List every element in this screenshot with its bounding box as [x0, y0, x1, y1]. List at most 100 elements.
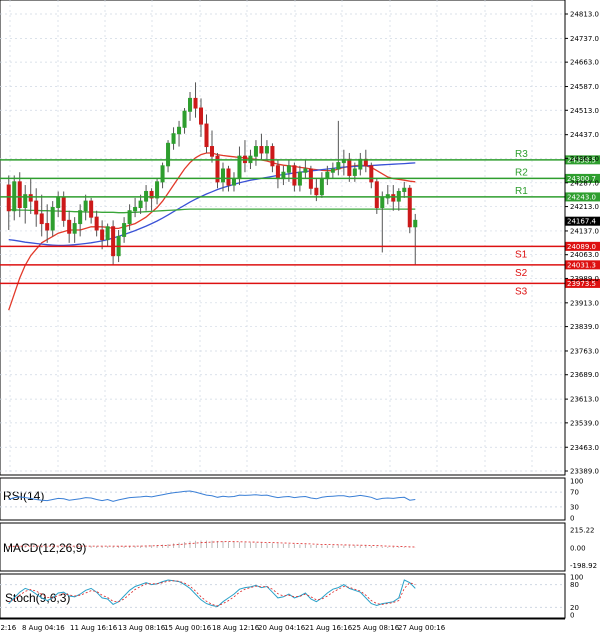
candle-down — [391, 194, 396, 202]
macd-axis: 215.22 0.00 -198.92 — [570, 527, 597, 571]
level-price-label: 24031.3 — [567, 261, 596, 269]
candle-down — [61, 197, 66, 221]
candle-up — [155, 181, 160, 199]
candle-down — [275, 165, 280, 180]
rsi-title: RSI(14) — [3, 489, 44, 503]
time-tick-label: 25 Aug 08:16 — [352, 624, 400, 632]
candle-up — [50, 207, 55, 231]
level-label-s3: S3 — [515, 286, 528, 297]
candle-down — [259, 146, 264, 154]
macd-tick-label: 0.00 — [570, 545, 586, 553]
candle-down — [34, 200, 39, 215]
stoch-tick-label: 80 — [570, 581, 579, 589]
candle-down — [89, 200, 94, 218]
candle-up — [122, 223, 127, 237]
level-label-r2: R2 — [515, 167, 528, 178]
time-tick-label: 8 Aug 04:16 — [22, 624, 65, 632]
candle-up — [127, 210, 132, 225]
candle-up — [358, 158, 363, 170]
rsi-panel-frame — [0, 477, 566, 521]
time-tick-label: 27 Aug 00:16 — [398, 624, 446, 632]
level-label-s2: S2 — [515, 268, 528, 279]
price-tick-label: 24587.0 — [570, 83, 599, 91]
rsi-tick-label: 100 — [570, 478, 583, 486]
level-price-label: 24089.0 — [567, 243, 596, 251]
stoch-axis: 10080200 — [570, 574, 583, 620]
price-tick-label: 24513.0 — [570, 107, 599, 115]
time-tick-label: 20 Aug 04:16 — [258, 624, 306, 632]
candle-down — [292, 165, 297, 186]
macd-tick-label: -198.92 — [570, 562, 597, 570]
time-tick-label: 11 Aug 16:16 — [70, 624, 118, 632]
price-tick-label: 23763.0 — [570, 347, 599, 355]
price-chart: R324358.5R224300.7R124243.0S124089.0S224… — [0, 0, 600, 632]
candle-up — [352, 168, 357, 176]
rsi-tick-label: 30 — [570, 503, 579, 511]
candle-down — [100, 229, 105, 241]
level-label-r1: R1 — [515, 186, 528, 197]
candle-up — [133, 207, 138, 212]
rsi-tick-label: 0 — [570, 515, 574, 523]
time-tick-label: 21 Aug 16:16 — [305, 624, 353, 632]
stoch-tick-label: 0 — [570, 612, 574, 620]
candle-up — [72, 223, 77, 234]
candle-down — [17, 181, 22, 209]
candle-down — [39, 213, 44, 225]
price-tick-label: 23989.0 — [570, 275, 599, 283]
candle-up — [138, 200, 143, 209]
candle-down — [199, 107, 204, 125]
candle-down — [94, 216, 99, 231]
candle-down — [45, 223, 50, 231]
time-tick-label: 13 Aug 08:16 — [118, 624, 166, 632]
candle-up — [264, 146, 269, 154]
macd-title: MACD(12,26,9) — [3, 541, 86, 555]
rsi-tick-label: 70 — [570, 489, 579, 497]
main-panel-frame — [0, 0, 566, 476]
price-tick-label: 24063.0 — [570, 251, 599, 259]
stoch-panel-frame — [0, 573, 566, 619]
candle-down — [226, 168, 231, 186]
candle-up — [380, 197, 385, 209]
time-tick-label: 15 Aug 00:16 — [164, 624, 212, 632]
candle-down — [369, 165, 374, 183]
price-tick-label: 24813.0 — [570, 11, 599, 19]
candle-up — [330, 168, 335, 173]
candle-up — [413, 219, 418, 228]
candle-up — [220, 168, 225, 183]
candle-up — [105, 226, 110, 241]
candle-up — [336, 162, 341, 170]
price-tick-label: 23689.0 — [570, 371, 599, 379]
price-tick-label: 23913.0 — [570, 299, 599, 307]
candle-down — [374, 181, 379, 209]
time-axis: 12:16 8 Aug 04:16 11 Aug 16:1613 Aug 08:16… — [0, 618, 565, 632]
candle-down — [204, 123, 209, 148]
level-label-r3: R3 — [515, 149, 528, 160]
price-tick-label: 24737.0 — [570, 35, 599, 43]
candle-down — [314, 187, 319, 196]
price-tick-label: 23613.0 — [570, 396, 599, 404]
price-axis: 24813.0 24737.0 24663.0 24587.0 24513.0 24437… — [564, 0, 599, 476]
candle-up — [303, 168, 308, 173]
rsi-axis: 100 70 30 0 — [570, 478, 583, 523]
candle-down — [6, 184, 11, 212]
price-tick-label: 23389.0 — [570, 468, 599, 476]
candle-up — [160, 165, 165, 183]
candle-up — [188, 97, 193, 112]
candle-up — [286, 165, 291, 173]
candle-up — [171, 133, 176, 144]
candle-up — [177, 126, 182, 135]
macd-tick-label: 215.22 — [570, 527, 595, 535]
price-tick-label: 23839.0 — [570, 323, 599, 331]
level-label-s1: S1 — [515, 249, 528, 260]
candle-up — [56, 197, 61, 209]
price-tick-label: 24437.0 — [570, 131, 599, 139]
candle-up — [182, 110, 187, 128]
price-tick-label: 23539.0 — [570, 419, 599, 427]
candle-up — [253, 146, 258, 157]
candle-up — [231, 178, 236, 186]
level-price-label: 24243.0 — [567, 193, 596, 201]
price-tick-label: 24287.0 — [570, 179, 599, 187]
candle-up — [78, 210, 83, 225]
candle-down — [209, 146, 215, 157]
candle-up — [402, 187, 407, 192]
